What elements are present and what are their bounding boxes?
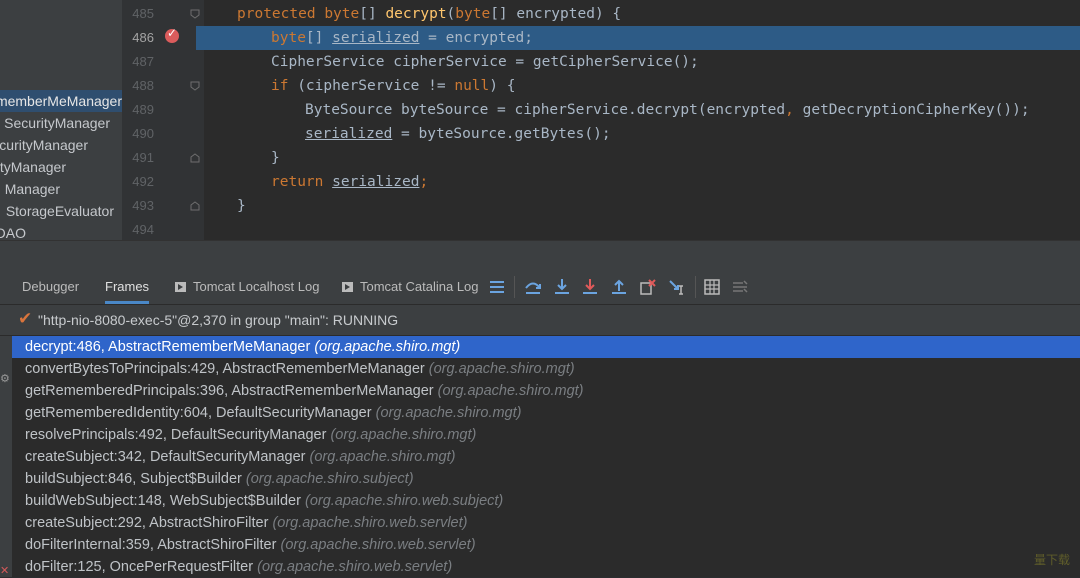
frame-package: (org.apache.shiro.mgt) <box>437 383 584 399</box>
code-line[interactable]: if (cipherService != null) { <box>271 74 1080 98</box>
thread-selector[interactable]: ✔ "http-nio-8080-exec-5"@2,370 in group … <box>0 305 1080 336</box>
debug-tool-window-tabs: Debugger Frames Tomcat Localhost Log Tom… <box>0 270 1080 305</box>
line-number: 494 <box>132 222 154 237</box>
code-line[interactable]: CipherService cipherService = getCipherS… <box>271 50 1080 74</box>
code-line[interactable]: protected byte[] decrypt(byte[] encrypte… <box>237 2 1080 26</box>
code-editor[interactable]: protected byte[] decrypt(byte[] encrypte… <box>196 0 1080 240</box>
code-line[interactable]: return serialized; <box>271 170 1080 194</box>
frame-row[interactable]: buildWebSubject:148, WebSubject$Builder … <box>12 490 1080 512</box>
code-line[interactable]: serialized = byteSource.getBytes(); <box>305 122 1080 146</box>
tree-item-manager[interactable]: Manager <box>0 178 122 200</box>
step-out-icon[interactable] <box>610 278 628 296</box>
frame-package: (org.apache.shiro.web.subject) <box>304 493 504 509</box>
tree-item-ity-manager[interactable]: ityManager <box>0 156 122 178</box>
frame-method: buildSubject:846, Subject$Builder <box>25 471 242 487</box>
frame-row[interactable]: buildSubject:846, Subject$Builder (org.a… <box>12 468 1080 490</box>
status-icon: ✕ <box>0 565 10 577</box>
fold-icon[interactable] <box>190 153 200 163</box>
tab-debugger[interactable]: Debugger <box>22 270 79 304</box>
frame-row[interactable]: decrypt:486, AbstractRememberMeManager (… <box>12 336 1080 358</box>
menu-icon[interactable] <box>488 278 506 296</box>
step-over-icon[interactable] <box>524 278 542 296</box>
frame-row[interactable]: createSubject:342, DefaultSecurityManage… <box>12 446 1080 468</box>
tab-tomcat-localhost-log[interactable]: Tomcat Localhost Log <box>175 270 319 304</box>
tree-item-remember-me-manager[interactable]: rememberMeManager <box>0 90 122 112</box>
frame-row[interactable]: getRememberedPrincipals:396, AbstractRem… <box>12 380 1080 402</box>
line-number: 489 <box>132 102 154 117</box>
thread-status: "http-nio-8080-exec-5"@2,370 in group "m… <box>38 312 399 328</box>
fold-icon[interactable] <box>190 81 200 91</box>
frame-package: (org.apache.shiro.web.servlet) <box>280 537 476 553</box>
tree-item-curity-manager[interactable]: curityManager <box>0 134 122 156</box>
checkmark-icon: ✔ <box>18 309 33 328</box>
frame-method: createSubject:292, AbstractShiroFilter <box>25 515 269 531</box>
frame-package: (org.apache.shiro.mgt) <box>314 339 461 355</box>
drop-frame-icon[interactable] <box>639 278 657 296</box>
frame-method: doFilterInternal:359, AbstractShiroFilte… <box>25 537 277 553</box>
force-step-into-icon[interactable] <box>581 278 599 296</box>
tree-item-dao[interactable]: DAO <box>0 222 122 240</box>
frames-list[interactable]: decrypt:486, AbstractRememberMeManager (… <box>12 336 1080 577</box>
frame-row[interactable]: convertBytesToPrincipals:429, AbstractRe… <box>12 358 1080 380</box>
frame-method: getRememberedIdentity:604, DefaultSecuri… <box>25 405 372 421</box>
evaluate-icon[interactable] <box>703 278 721 296</box>
frame-method: resolvePrincipals:492, DefaultSecurityMa… <box>25 427 327 443</box>
tree-item-security-manager[interactable]: SecurityManager <box>0 112 122 134</box>
line-number-current: 486 <box>132 30 154 45</box>
line-number: 488 <box>132 78 154 93</box>
frame-row[interactable]: resolvePrincipals:492, DefaultSecurityMa… <box>12 424 1080 446</box>
line-number: 491 <box>132 150 154 165</box>
frame-row[interactable]: getRememberedIdentity:604, DefaultSecuri… <box>12 402 1080 424</box>
fold-icon[interactable] <box>190 9 200 19</box>
project-tree: rememberMeManager SecurityManager curity… <box>0 0 122 240</box>
frame-method: decrypt:486, AbstractRememberMeManager <box>25 339 311 355</box>
step-into-icon[interactable] <box>553 278 571 296</box>
frame-row[interactable]: doFilter:125, OncePerRequestFilter (org.… <box>12 556 1080 578</box>
frame-package: (org.apache.shiro.web.servlet) <box>257 559 453 575</box>
frame-method: doFilter:125, OncePerRequestFilter <box>25 559 254 575</box>
breakpoint-icon[interactable] <box>165 26 179 43</box>
line-number: 490 <box>132 126 154 141</box>
frame-package: (org.apache.shiro.mgt) <box>428 361 575 377</box>
line-number: 485 <box>132 6 154 21</box>
frame-row[interactable]: doFilterInternal:359, AbstractShiroFilte… <box>12 534 1080 556</box>
panel-divider[interactable] <box>0 240 1080 271</box>
frame-method: getRememberedPrincipals:396, AbstractRem… <box>25 383 434 399</box>
frame-row[interactable]: createSubject:292, AbstractShiroFilter (… <box>12 512 1080 534</box>
settings-icon[interactable]: ⚙ <box>0 372 10 385</box>
watermark: 量下载 <box>1033 553 1070 567</box>
frame-package: (org.apache.shiro.subject) <box>245 471 414 487</box>
tab-tomcat-catalina-log[interactable]: Tomcat Catalina Log <box>342 270 479 304</box>
frame-method: buildWebSubject:148, WebSubject$Builder <box>25 493 301 509</box>
code-line[interactable]: } <box>237 194 1080 218</box>
side-strip: ⚙ ✕ <box>0 336 12 577</box>
frame-method: createSubject:342, DefaultSecurityManage… <box>25 449 306 465</box>
line-number: 492 <box>132 174 154 189</box>
console-icon <box>342 282 353 292</box>
trace-icon[interactable] <box>731 278 749 296</box>
code-line[interactable]: } <box>271 146 1080 170</box>
tab-frames[interactable]: Frames <box>105 270 150 304</box>
code-line[interactable]: ByteSource byteSource = cipherService.de… <box>305 98 1080 122</box>
frame-package: (org.apache.shiro.web.servlet) <box>272 515 468 531</box>
frame-method: convertBytesToPrincipals:429, AbstractRe… <box>25 361 425 377</box>
run-to-cursor-icon[interactable] <box>668 278 686 296</box>
console-icon <box>175 282 186 292</box>
frame-package: (org.apache.shiro.mgt) <box>375 405 522 421</box>
code-line-current[interactable]: byte[] serialized = encrypted; <box>196 26 1080 50</box>
fold-icon[interactable] <box>190 201 200 211</box>
line-number: 493 <box>132 198 154 213</box>
frame-package: (org.apache.shiro.mgt) <box>330 427 477 443</box>
line-number: 487 <box>132 54 154 69</box>
frame-package: (org.apache.shiro.mgt) <box>309 449 456 465</box>
tree-item-storage-evaluator[interactable]: StorageEvaluator <box>0 200 122 222</box>
